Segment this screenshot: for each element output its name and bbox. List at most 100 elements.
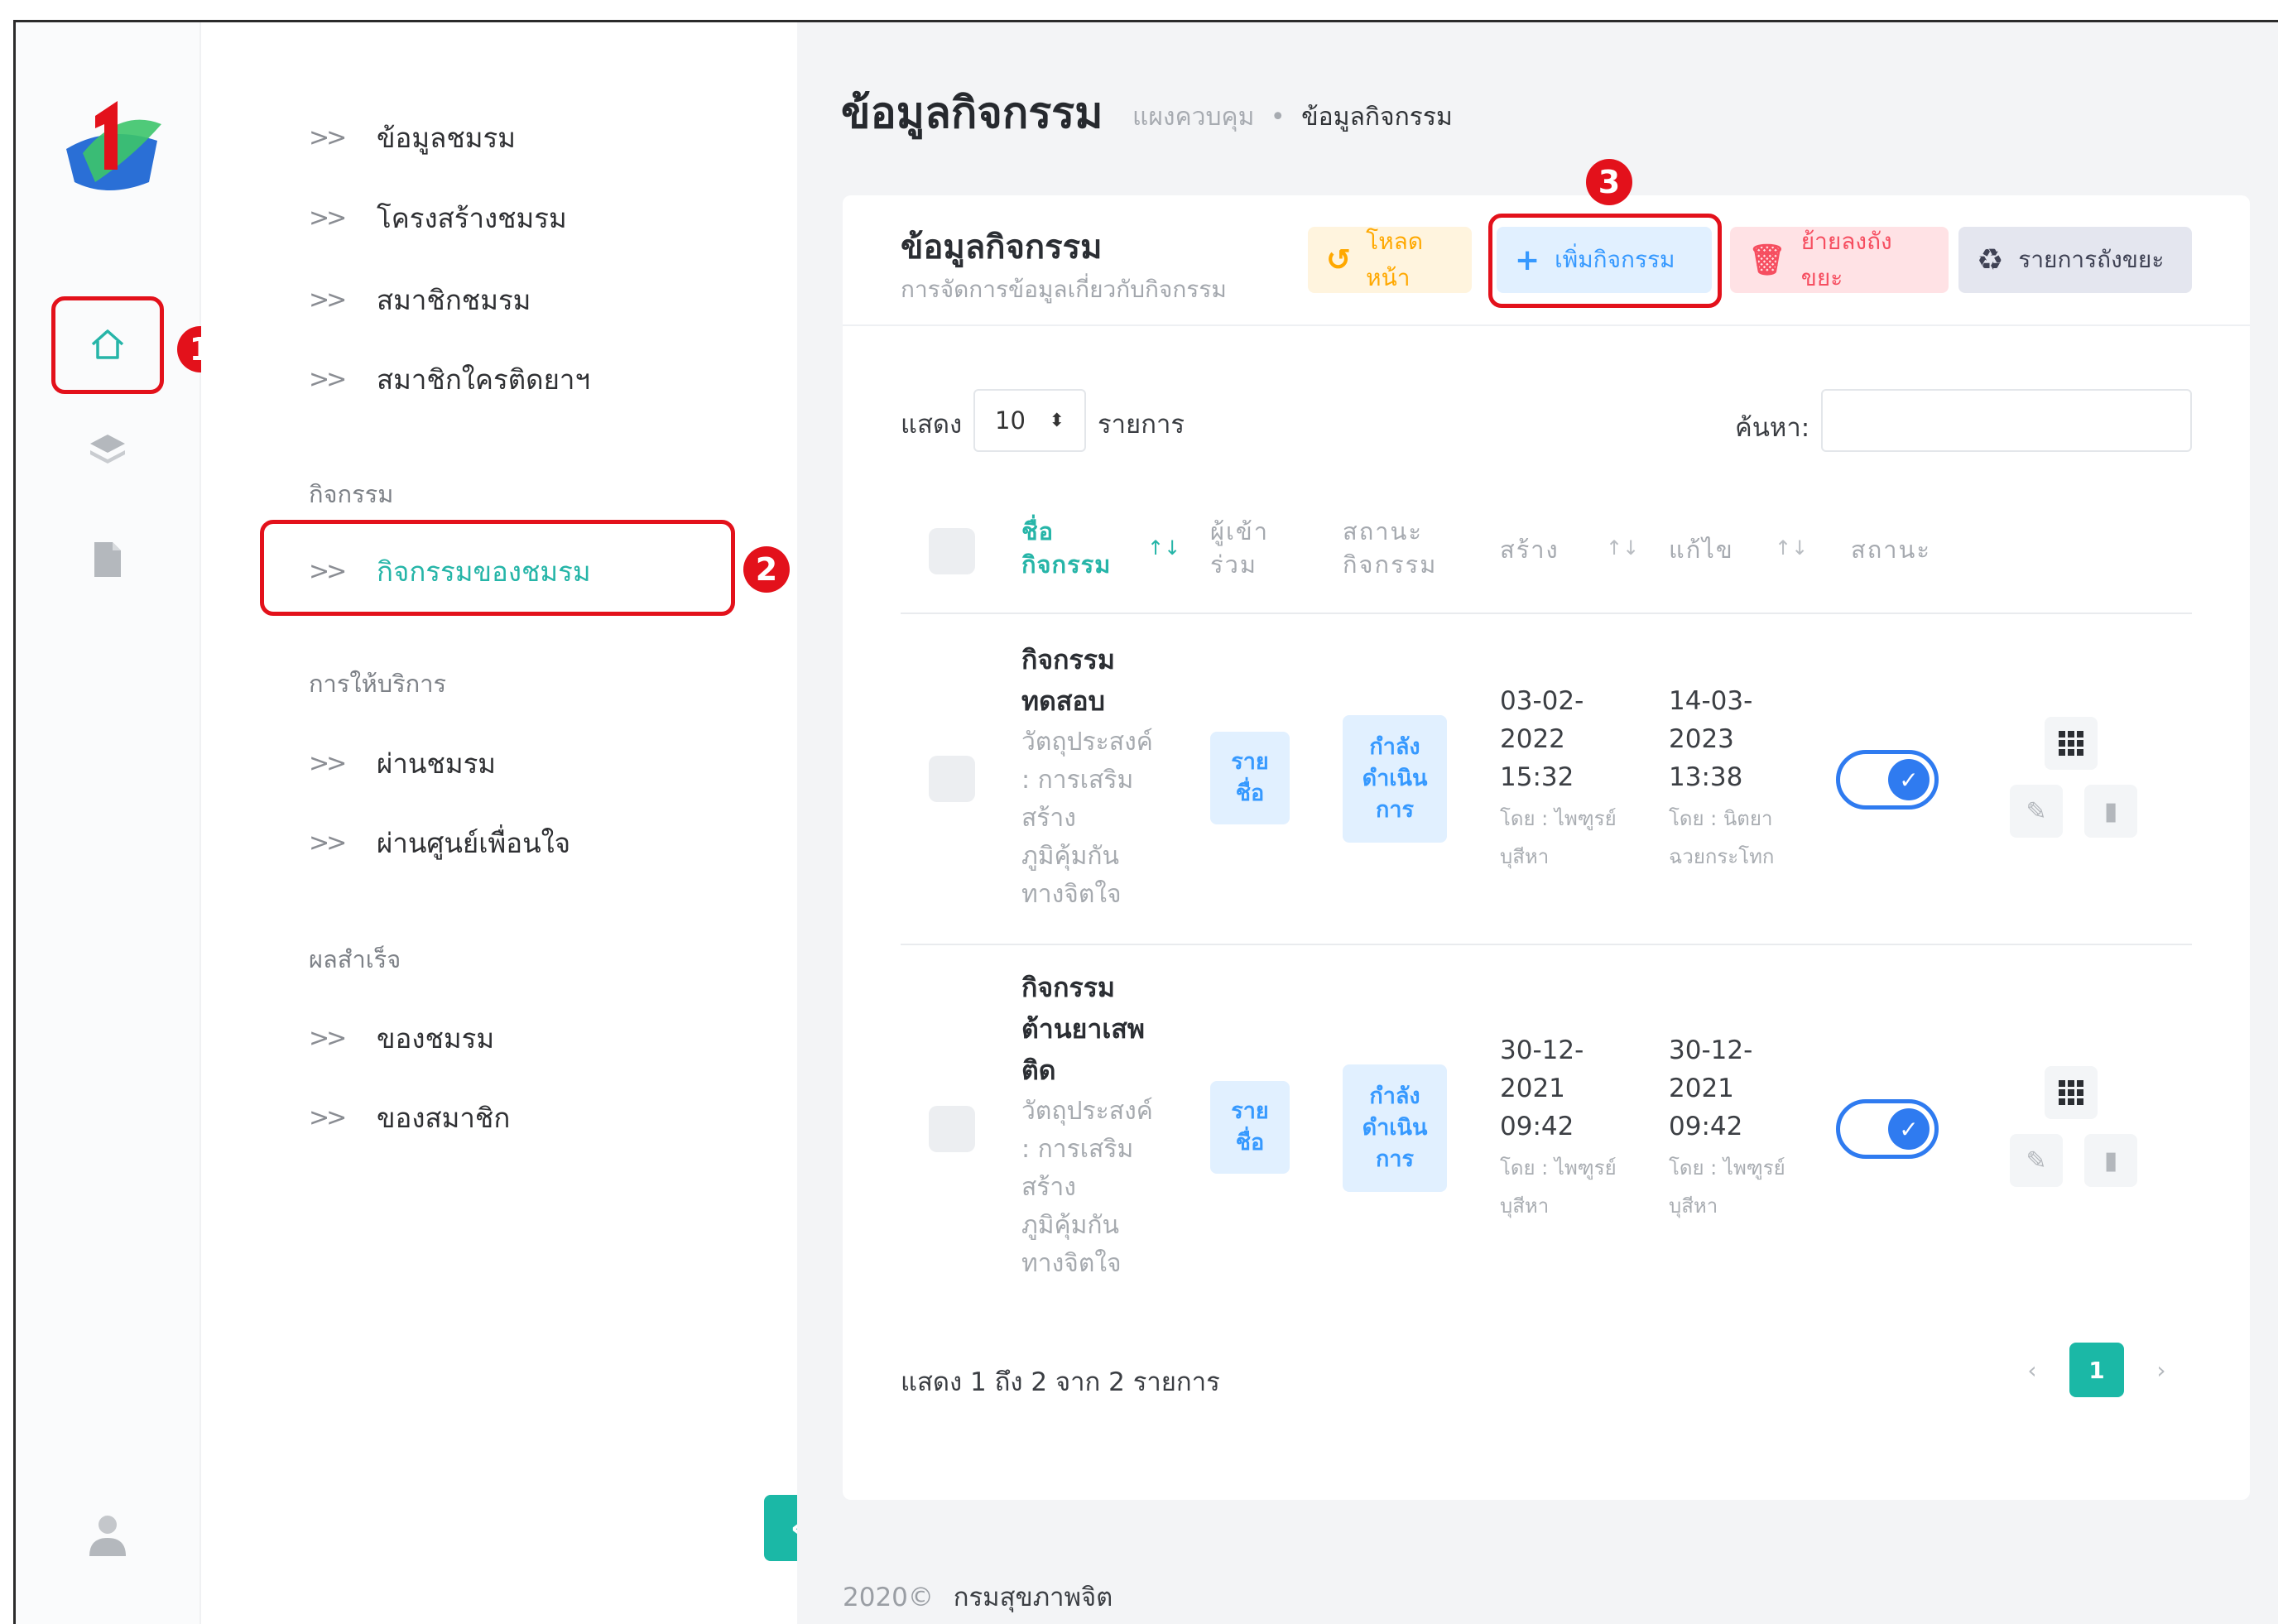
icon-rail xyxy=(16,22,201,1624)
desc-line: : การเสริม xyxy=(1021,766,1134,795)
sort-icon[interactable]: ↑↓ xyxy=(1147,536,1180,560)
desc-line: สร้าง xyxy=(1021,804,1076,833)
edit-button[interactable]: ✎ xyxy=(2010,1134,2063,1187)
user-icon[interactable] xyxy=(73,1500,142,1569)
trash-icon: 🗑 xyxy=(1748,243,1786,277)
menu-item-member-results[interactable]: >> ของสมาชิก xyxy=(309,1096,510,1140)
search-input[interactable] xyxy=(1821,389,2192,452)
card-subtitle: การจัดการข้อมูลเกี่ยวกับกิจกรรม xyxy=(901,276,1227,303)
breadcrumb-separator: • xyxy=(1270,103,1286,132)
created-by: โดย : ไพฑูรย์ บุสีหา xyxy=(1500,800,1617,876)
date-line: 13:38 xyxy=(1669,762,1743,792)
next-page-button[interactable]: › xyxy=(2134,1343,2189,1397)
date-line: 09:42 xyxy=(1500,1112,1574,1141)
activity-description: วัตถุประสงค์ : การเสริม สร้าง ภูมิคุ้มกั… xyxy=(1021,1093,1187,1283)
menu-item-via-club[interactable]: >> ผ่านชมรม xyxy=(309,742,496,786)
by-line: โดย : นิตยา xyxy=(1669,807,1773,830)
app-logo xyxy=(66,101,161,190)
breadcrumb: แผงควบคุม • ข้อมูลกิจกรรม xyxy=(1132,98,1453,137)
status-toggle[interactable]: ✓ xyxy=(1836,1099,1939,1159)
trash-list-label: รายการถังขยะ xyxy=(2018,246,2165,273)
edit-button[interactable]: ✎ xyxy=(2010,785,2063,838)
row-checkbox[interactable] xyxy=(929,756,975,802)
participants-list-badge[interactable]: ราย ชื่อ xyxy=(1210,1081,1290,1174)
row-checkbox[interactable] xyxy=(929,1106,975,1152)
by-line: บุสีหา xyxy=(1500,1194,1550,1218)
details-button[interactable] xyxy=(2045,717,2098,770)
double-chevron-icon: >> xyxy=(309,123,347,152)
edited-by: โดย : นิตยา ฉวยกระโทก xyxy=(1669,800,1774,876)
file-icon[interactable] xyxy=(73,525,142,594)
badge-line: ดำเนิน xyxy=(1362,1115,1428,1141)
status-toggle[interactable]: ✓ xyxy=(1836,750,1939,810)
badge-line: ดำเนิน xyxy=(1362,766,1428,791)
activity-status-badge: กำลัง ดำเนิน การ xyxy=(1343,1064,1447,1192)
card-header-divider xyxy=(843,324,2250,326)
footer-org[interactable]: กรมสุขภาพจิต xyxy=(954,1583,1113,1612)
date-line: 2022 xyxy=(1500,724,1565,754)
card-title: ข้อมูลกิจกรรม xyxy=(901,228,1103,267)
header-line: กิจกรรม xyxy=(1021,550,1112,579)
desc-line: ทางจิตใจ xyxy=(1021,880,1122,909)
badge-line: กำลัง xyxy=(1369,734,1420,760)
header-activity-name[interactable]: ชื่อ กิจกรรม xyxy=(1021,515,1111,581)
date-line: 09:42 xyxy=(1669,1112,1743,1141)
menu-item-club-members[interactable]: >> สมาชิกชมรม xyxy=(309,278,531,322)
badge-line: ราย xyxy=(1231,749,1269,775)
details-button[interactable] xyxy=(2045,1066,2098,1119)
edited-date: 30-12- 2021 09:42 xyxy=(1669,1031,1752,1146)
grid-icon xyxy=(2059,731,2083,756)
menu-item-drug-members[interactable]: >> สมาชิกใครติดยาฯ xyxy=(309,358,590,401)
check-icon: ✓ xyxy=(1888,1108,1930,1150)
header-line: ผู้เข้า xyxy=(1210,517,1270,545)
double-chevron-icon: >> xyxy=(309,286,347,315)
sort-icon[interactable]: ↑↓ xyxy=(1606,536,1639,560)
by-line: ฉวยกระโทก xyxy=(1669,845,1775,868)
delete-button[interactable]: ▮ xyxy=(2084,785,2137,838)
double-chevron-icon: >> xyxy=(309,204,347,233)
date-line: 2021 xyxy=(1669,1074,1734,1103)
activity-name: กิจกรรม ต้านยาเสพ ติด xyxy=(1021,967,1187,1091)
header-created[interactable]: สร้าง xyxy=(1500,533,1560,566)
select-all-checkbox[interactable] xyxy=(929,528,975,574)
participants-list-badge[interactable]: ราย ชื่อ xyxy=(1210,732,1290,824)
items-label: รายการ xyxy=(1098,410,1185,440)
menu-item-club-structure[interactable]: >> โครงสร้างชมรม xyxy=(309,196,567,240)
badge-line: การ xyxy=(1375,797,1414,823)
date-line: 2021 xyxy=(1500,1074,1565,1103)
footer: 2020© กรมสุขภาพจิต xyxy=(843,1576,1113,1617)
menu-item-club-results[interactable]: >> ของชมรม xyxy=(309,1016,494,1060)
date-line: 2023 xyxy=(1669,724,1734,754)
desc-line: ภูมิคุ้มกัน xyxy=(1021,842,1120,871)
page-size-select[interactable]: 10 ⬍ xyxy=(973,389,1086,452)
edited-by: โดย : ไพฑูรย์ บุสีหา xyxy=(1669,1149,1785,1225)
created-date: 03-02- 2022 15:32 xyxy=(1500,682,1584,796)
menu-item-via-center[interactable]: >> ผ่านศูนย์เพื่อนใจ xyxy=(309,821,570,865)
menu-item-label: ของชมรม xyxy=(377,1022,495,1055)
by-line: บุสีหา xyxy=(1500,845,1550,868)
menu-item-club-info[interactable]: >> ข้อมูลชมรม xyxy=(309,116,516,160)
menu-item-label: ของสมาชิก xyxy=(377,1102,511,1134)
check-icon: ✓ xyxy=(1888,759,1930,800)
move-to-trash-button[interactable]: 🗑 ย้ายลงถังขยะ xyxy=(1730,227,1949,293)
delete-button[interactable]: ▮ xyxy=(2084,1134,2137,1187)
header-status: สถานะ xyxy=(1851,536,1931,564)
page-1-button[interactable]: 1 xyxy=(2069,1343,2124,1397)
layers-icon[interactable] xyxy=(73,416,142,485)
double-chevron-icon: >> xyxy=(309,365,347,394)
highlight-box-1 xyxy=(51,296,164,394)
created-date: 30-12- 2021 09:42 xyxy=(1500,1031,1584,1146)
sort-icon[interactable]: ↑↓ xyxy=(1775,536,1808,560)
menu-section-results: ผลสำเร็จ xyxy=(309,945,401,973)
reload-button[interactable]: ↺ โหลดหน้า xyxy=(1308,227,1472,293)
name-line: ติด xyxy=(1021,1055,1056,1086)
activity-name: กิจกรรม ทดสอบ xyxy=(1021,639,1187,722)
breadcrumb-home[interactable]: แผงควบคุม xyxy=(1132,103,1254,132)
header-edited[interactable]: แก้ไข xyxy=(1669,533,1734,566)
annotation-3: 3 xyxy=(1586,159,1632,205)
menu-item-label: สมาชิกใครติดยาฯ xyxy=(377,363,590,396)
prev-page-button[interactable]: ‹ xyxy=(2005,1343,2059,1397)
page-title: ข้อมูลกิจกรรม xyxy=(841,89,1103,138)
trash-list-button[interactable]: ♻ รายการถังขยะ xyxy=(1958,227,2192,293)
menu-item-label: โครงสร้างชมรม xyxy=(377,202,567,234)
